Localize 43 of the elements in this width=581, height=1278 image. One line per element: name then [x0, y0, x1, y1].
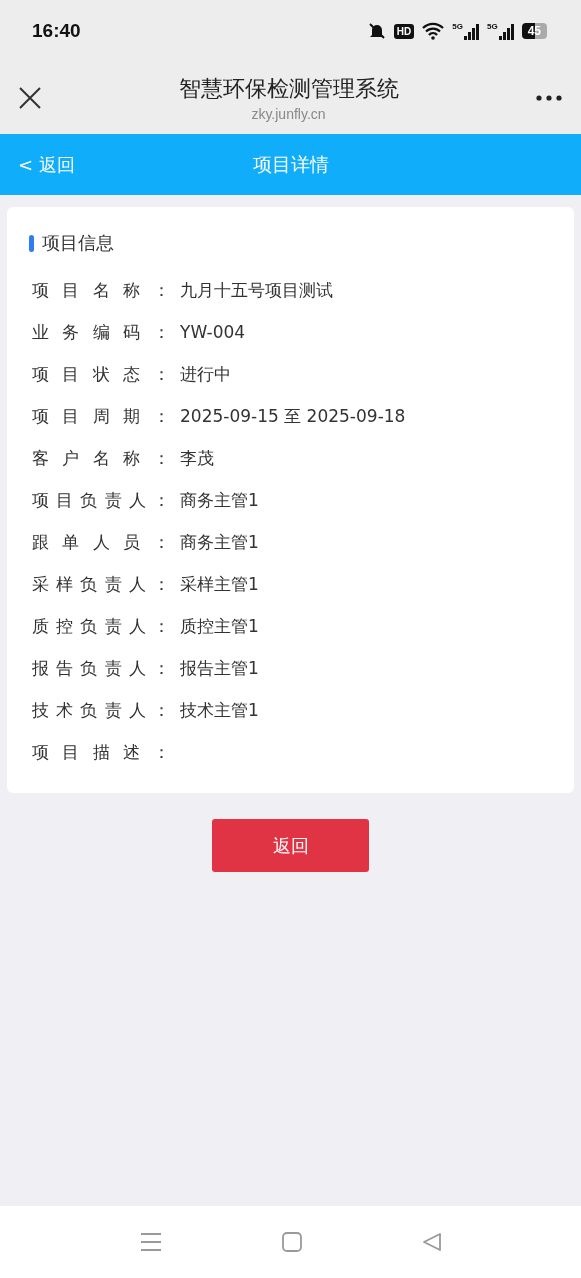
field-label: 技术负责人：: [32, 698, 170, 722]
field-label: 项目描述：: [32, 740, 170, 764]
network-label: 5G: [486, 22, 498, 31]
field-label: 项目状态：: [32, 362, 170, 386]
hd-badge: HD: [393, 23, 415, 39]
field-value: 李茂: [180, 446, 214, 470]
field-value: YW-004: [180, 322, 246, 342]
home-icon[interactable]: [281, 1232, 302, 1252]
section-title: 项目信息: [42, 231, 114, 255]
close-icon[interactable]: [18, 86, 42, 110]
field-label: 项目负责人：: [32, 488, 170, 512]
more-icon[interactable]: [535, 94, 563, 102]
field-label: 业务编码：: [32, 320, 170, 344]
return-button[interactable]: 返回: [212, 819, 369, 872]
field-value: 进行中: [180, 362, 231, 386]
back-icon[interactable]: [421, 1232, 442, 1252]
field-label: 客户名称：: [32, 446, 170, 470]
field-value: 商务主管1: [180, 488, 259, 512]
signal-icon: [498, 22, 515, 40]
field-value: 报告主管1: [180, 656, 259, 680]
field-value: 质控主管1: [180, 614, 259, 638]
accent-bar: [29, 234, 34, 252]
menu-icon[interactable]: [139, 1232, 162, 1252]
back-link[interactable]: < 返回: [18, 152, 75, 177]
field-label: 跟单人员：: [32, 530, 170, 554]
wifi-icon: [421, 22, 446, 40]
field-label: 项目名称：: [32, 278, 170, 302]
page-title: 智慧环保检测管理系统: [178, 75, 399, 103]
field-value: 商务主管1: [180, 530, 259, 554]
page-url: zky.junfly.cn: [251, 106, 326, 122]
field-value: 采样主管1: [180, 572, 259, 596]
field-label: 报告负责人：: [32, 656, 170, 680]
field-label: 采样负责人：: [32, 572, 170, 596]
muted-bell-icon: [366, 21, 387, 41]
status-time: 16:40: [32, 20, 81, 42]
field-value: 2025-09-15 至 2025-09-18: [180, 404, 406, 428]
network-label: 5G: [452, 22, 463, 31]
field-label: 质控负责人：: [32, 614, 170, 638]
signal-icon: [463, 22, 480, 40]
field-label: 项目周期：: [32, 404, 170, 428]
field-value: 九月十五号项目测试: [180, 278, 333, 302]
nav-title: 项目详情: [252, 151, 329, 177]
field-value: 技术主管1: [180, 698, 259, 722]
